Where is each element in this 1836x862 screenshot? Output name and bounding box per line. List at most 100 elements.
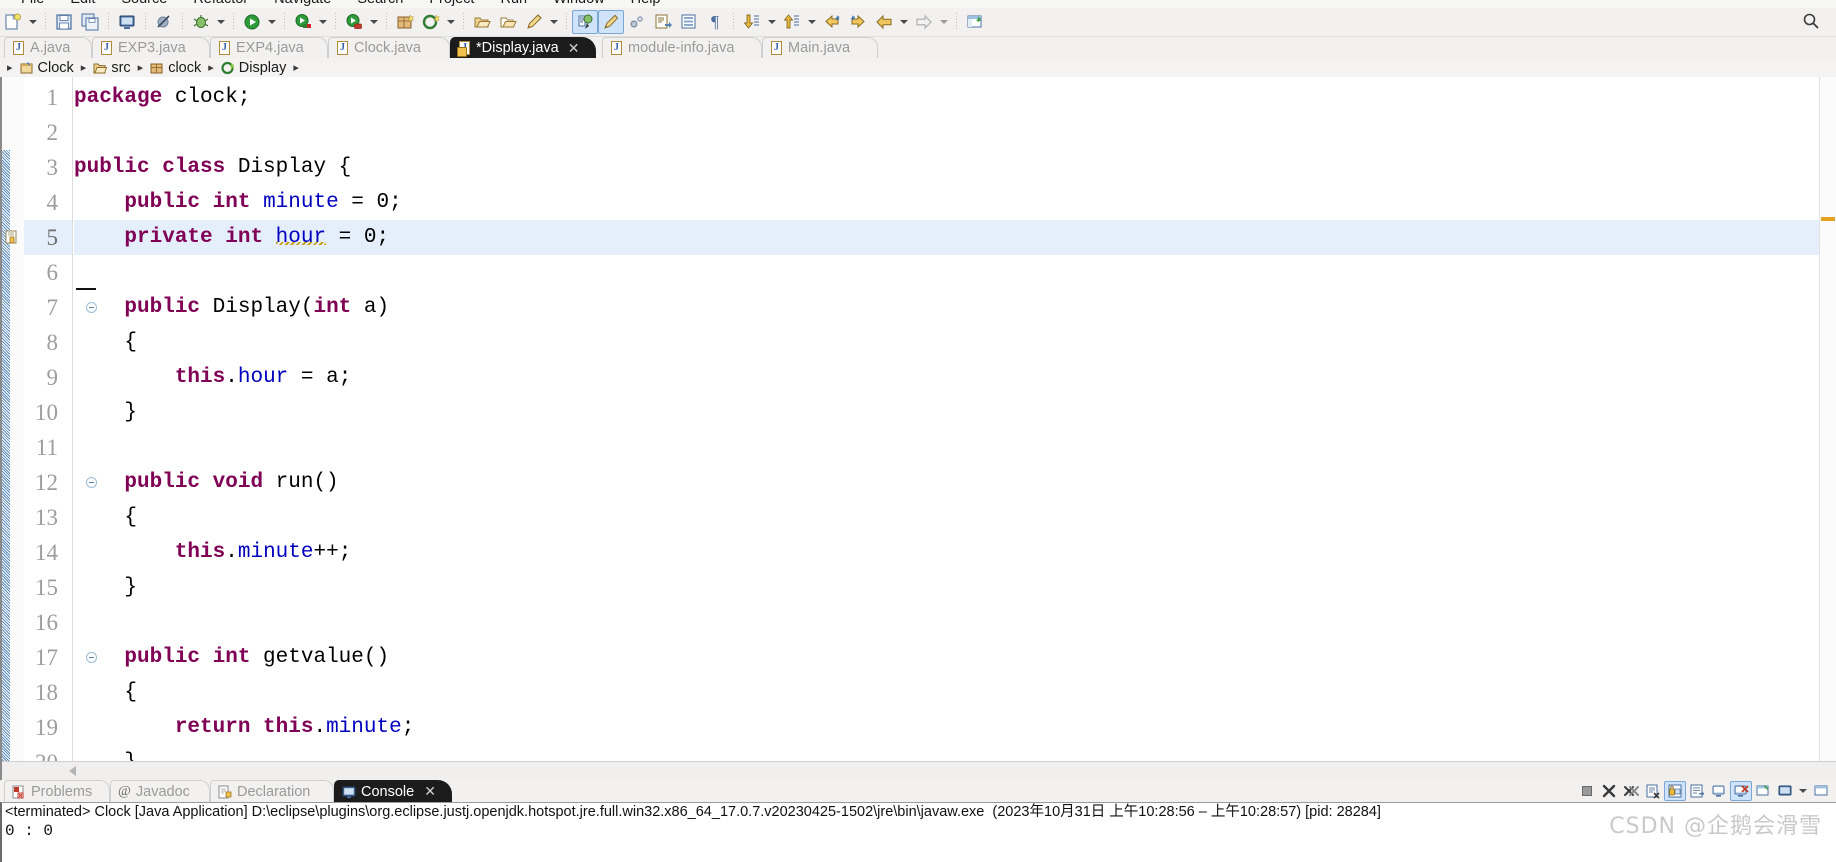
code-line[interactable]: public int minute = 0; — [74, 185, 1836, 220]
profile-dropdown-icon[interactable] — [367, 10, 381, 34]
code-text-area[interactable]: package clock; public class Display { pub… — [74, 77, 1836, 780]
debug-dropdown-icon[interactable] — [214, 10, 228, 34]
breadcrumb-item-clock[interactable]: Clock — [18, 60, 76, 76]
code-editor[interactable]: 1234567891011121314151617181920 package … — [0, 77, 1836, 780]
open-task-icon[interactable] — [495, 10, 521, 34]
back-navigation-icon[interactable] — [871, 10, 897, 34]
breadcrumb[interactable]: ▸ Clock ▸ src ▸ clock ▸ Display ▸ — [0, 58, 1836, 78]
code-line[interactable]: public void run() — [74, 465, 1836, 500]
editor-horizontal-scrollbar[interactable] — [2, 761, 1836, 780]
editor-tab-clockjava[interactable]: J Clock.java — [328, 37, 450, 58]
previous-edit-dropdown-icon[interactable] — [805, 10, 819, 34]
menu-item-help[interactable]: Help — [618, 0, 674, 8]
display-selected-console-icon[interactable] — [1774, 781, 1796, 801]
toggle-mark-occurrences-icon[interactable] — [572, 10, 598, 34]
new-wizard-icon[interactable] — [0, 10, 26, 34]
code-line[interactable]: private int hour = 0; — [74, 220, 1836, 255]
editor-tab-mainjava[interactable]: J Main.java — [762, 37, 878, 58]
back-member-icon[interactable] — [819, 10, 845, 34]
scroll-left-arrow[interactable] — [64, 763, 80, 779]
close-icon[interactable]: ✕ — [424, 783, 436, 800]
skip-all-breakpoints-icon[interactable] — [151, 10, 177, 34]
pin-console-icon[interactable] — [1752, 781, 1774, 801]
bottom-tab-console[interactable]: Console ✕ — [334, 780, 452, 802]
code-line[interactable]: } — [74, 570, 1836, 605]
show-console-on-error-icon[interactable] — [1730, 781, 1752, 801]
menu-item-search[interactable]: Search — [344, 0, 416, 8]
code-line[interactable] — [74, 255, 1836, 290]
pencil-dropdown-icon[interactable] — [547, 10, 561, 34]
annotation-ruler[interactable] — [2, 77, 25, 780]
next-edit-dropdown-icon[interactable] — [765, 10, 779, 34]
menu-item-window[interactable]: Window — [540, 0, 618, 8]
code-line[interactable] — [74, 115, 1836, 150]
remove-launch-icon[interactable] — [1598, 781, 1620, 801]
code-line[interactable]: } — [74, 395, 1836, 430]
remove-all-terminated-icon[interactable] — [1620, 781, 1642, 801]
bottom-tab-javadoc[interactable]: @ Javadoc — [110, 780, 210, 802]
code-line[interactable]: this.minute++; — [74, 535, 1836, 570]
word-wrap-icon[interactable] — [1686, 781, 1708, 801]
overview-ruler[interactable] — [1819, 77, 1836, 780]
next-edit-location-icon[interactable] — [739, 10, 765, 34]
display-selected-dropdown-icon[interactable] — [1796, 779, 1810, 803]
menu-item-edit[interactable]: Edit — [57, 0, 108, 8]
code-line[interactable] — [74, 430, 1836, 465]
search-icon[interactable] — [1802, 12, 1820, 34]
menu-item-navigate[interactable]: Navigate — [261, 0, 344, 8]
bottom-tab-problems[interactable]: Problems — [4, 780, 110, 802]
coverage-icon[interactable] — [290, 10, 316, 34]
back-navigation-dropdown-icon[interactable] — [897, 10, 911, 34]
forward-member-icon[interactable] — [845, 10, 871, 34]
open-console-icon[interactable] — [1810, 781, 1832, 801]
previous-annotation-icon[interactable] — [676, 10, 702, 34]
console-output[interactable]: <terminated> Clock [Java Application] D:… — [0, 802, 1836, 862]
breadcrumb-item-src[interactable]: src — [91, 60, 132, 76]
new-java-console-icon[interactable] — [114, 10, 140, 34]
save-all-icon[interactable] — [77, 10, 103, 34]
editor-tab-ajava[interactable]: J A.java — [4, 37, 92, 58]
menu-item-project[interactable]: Project — [416, 0, 487, 8]
toggle-java-editor-brush-icon[interactable] — [598, 10, 624, 34]
editor-tab-displayjava[interactable]: J *Display.java ✕ — [450, 37, 596, 58]
code-line[interactable]: { — [74, 675, 1836, 710]
menu-item-file[interactable]: File — [8, 0, 57, 8]
quick-access-icon[interactable] — [521, 10, 547, 34]
code-line[interactable]: { — [74, 500, 1836, 535]
code-line[interactable]: public class Display { — [74, 150, 1836, 185]
clear-console-icon[interactable] — [1642, 781, 1664, 801]
new-class-dropdown-icon[interactable] — [444, 10, 458, 34]
menu-item-refactor[interactable]: Refactor — [180, 0, 261, 8]
link-with-editor-icon[interactable] — [624, 10, 650, 34]
warning-annotation-icon[interactable] — [5, 230, 19, 244]
new-java-class-icon[interactable] — [418, 10, 444, 34]
new-java-package-icon[interactable] — [392, 10, 418, 34]
code-line[interactable] — [74, 605, 1836, 640]
forward-navigation-icon[interactable] — [911, 10, 937, 34]
show-console-on-output-icon[interactable] — [1708, 781, 1730, 801]
forward-navigation-dropdown-icon[interactable] — [937, 10, 951, 34]
coverage-dropdown-icon[interactable] — [316, 10, 330, 34]
breadcrumb-item-clock[interactable]: clock — [148, 60, 203, 76]
editor-tab-module-infojava[interactable]: Jmodule-info.java — [602, 37, 762, 58]
code-line[interactable]: package clock; — [74, 80, 1836, 115]
code-line[interactable]: return this.minute; — [74, 710, 1836, 745]
scroll-lock-icon[interactable] — [1664, 781, 1686, 801]
code-line[interactable]: { — [74, 325, 1836, 360]
menu-item-source[interactable]: Source — [108, 0, 180, 8]
new-wizard-dropdown-icon[interactable] — [26, 10, 40, 34]
show-whitespace-icon[interactable]: ¶ — [702, 10, 728, 34]
run-dropdown-icon[interactable] — [265, 10, 279, 34]
terminate-icon[interactable] — [1576, 781, 1598, 801]
bottom-tab-declaration[interactable]: Declaration — [210, 780, 334, 802]
overview-warning-mark[interactable] — [1821, 217, 1835, 221]
code-line[interactable]: public Display(int a) — [74, 290, 1836, 325]
menu-item-run[interactable]: Run — [487, 0, 540, 8]
breadcrumb-item-display[interactable]: Display — [219, 60, 289, 76]
code-line[interactable]: public int getvalue() — [74, 640, 1836, 675]
open-perspective-icon[interactable] — [962, 10, 988, 34]
close-icon[interactable]: ✕ — [568, 40, 580, 57]
editor-tab-exp3java[interactable]: J EXP3.java — [92, 37, 210, 58]
code-line[interactable]: this.hour = a; — [74, 360, 1836, 395]
open-type-icon[interactable] — [469, 10, 495, 34]
